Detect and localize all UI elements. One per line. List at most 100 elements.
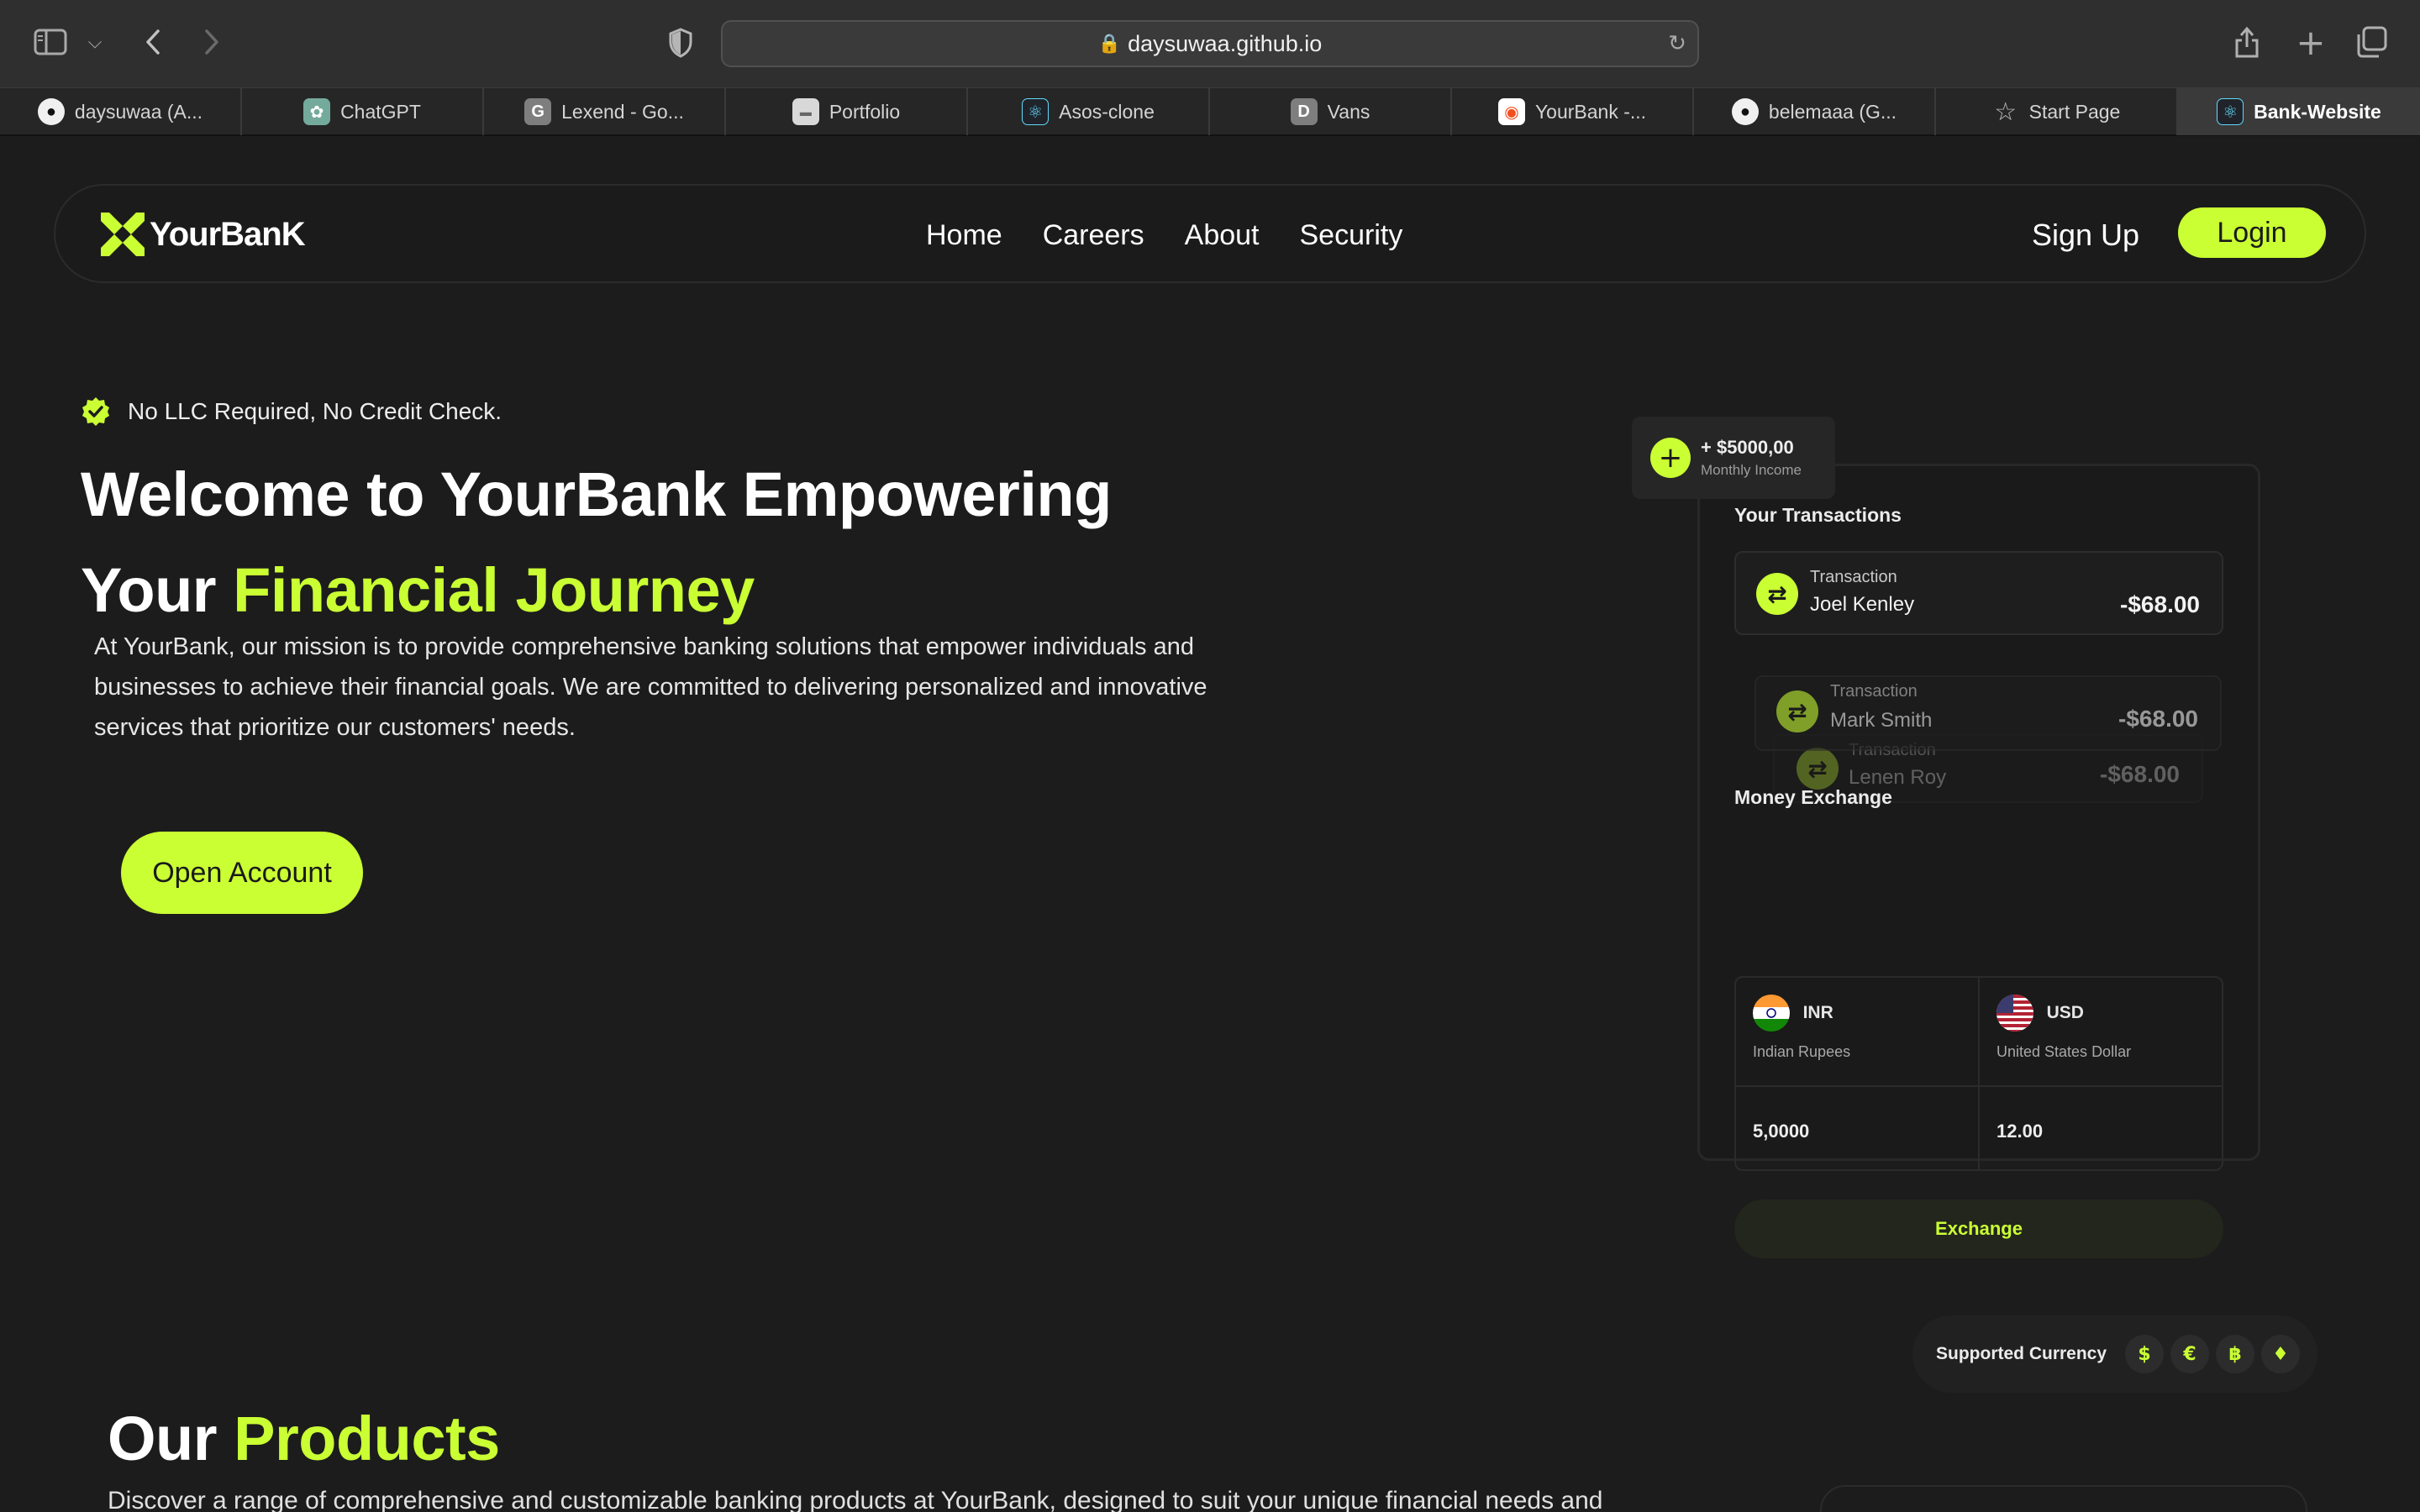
tab-label: belemaaa (G... — [1768, 100, 1897, 123]
from-currency-name: Indian Rupees — [1753, 1043, 1851, 1060]
figma-icon: ◉ — [1497, 98, 1525, 125]
tab-label: Portfolio — [829, 100, 901, 123]
tab-daysuwaa[interactable]: ● daysuwaa (A... — [0, 88, 242, 135]
products-title-highlight: Products — [234, 1404, 500, 1473]
transaction-row: ⇄ Transaction Mark Smith -$68.00 — [1754, 675, 2222, 751]
tab-strip: ● daysuwaa (A... ✿ ChatGPT G Lexend - Go… — [0, 87, 2420, 136]
tab-label: Lexend - Go... — [561, 100, 684, 123]
nav-link-security[interactable]: Security — [1300, 219, 1403, 252]
tab-label: daysuwaa (A... — [74, 100, 203, 123]
income-label: Monthly Income — [1701, 462, 1802, 478]
logo-text: YourBanK — [150, 215, 306, 253]
divider — [1978, 978, 1980, 1169]
tab-bank-website[interactable]: ⚛ Bank-Website — [2178, 88, 2420, 135]
reload-icon[interactable]: ↻ — [1664, 30, 1691, 57]
sign-up-link[interactable]: Sign Up — [2032, 214, 2139, 256]
github-icon: ● — [1731, 98, 1759, 125]
to-currency[interactable]: USD United States Dollar — [1996, 995, 2131, 1061]
yourbank-logo-icon — [101, 213, 145, 256]
github-icon: ● — [37, 98, 65, 125]
income-amount: + $5000,00 — [1701, 437, 1794, 458]
chatgpt-icon: ✿ — [303, 98, 331, 125]
plus-icon: + — [1650, 438, 1691, 478]
india-flag-icon — [1753, 995, 1790, 1032]
tab-lexend[interactable]: G Lexend - Go... — [484, 88, 726, 135]
hero-title-prefix: Your — [81, 555, 234, 625]
from-amount-input[interactable]: 5,0000 — [1753, 1121, 1809, 1142]
url-text: daysuwaa.github.io — [1128, 30, 1323, 56]
from-currency[interactable]: INR Indian Rupees — [1753, 995, 1850, 1061]
hero-badge: No LLC Required, No Credit Check. — [81, 396, 502, 427]
star-icon: ☆ — [1994, 97, 2018, 126]
nav-link-about[interactable]: About — [1185, 219, 1260, 252]
us-flag-icon — [1996, 995, 2033, 1032]
supported-currency-pill: Supported Currency $ € ฿ ♦ — [1912, 1315, 2317, 1393]
tab-chatgpt[interactable]: ✿ ChatGPT — [242, 88, 484, 135]
new-tab-plus-icon[interactable]: + — [2292, 22, 2329, 63]
forward-arrow-icon[interactable] — [195, 24, 229, 60]
to-currency-code: USD — [2046, 1003, 2084, 1022]
transactions-title: Your Transactions — [1734, 504, 1902, 526]
login-button[interactable]: Login — [2178, 207, 2326, 258]
chevron-down-icon[interactable]: ⌵ — [84, 29, 106, 55]
tab-label: ChatGPT — [340, 100, 421, 123]
tab-belemaaa[interactable]: ● belemaaa (G... — [1694, 88, 1936, 135]
products-title: Our Products — [108, 1403, 500, 1474]
tab-label: Vans — [1327, 100, 1370, 123]
site-logo[interactable]: YourBanK — [101, 211, 306, 258]
transaction-name: Mark Smith — [1830, 709, 1933, 732]
hero-title-line1: Welcome to YourBank Empowering — [81, 459, 1112, 529]
share-icon[interactable] — [2228, 22, 2265, 62]
transaction-amount: -$68.00 — [2120, 591, 2200, 617]
dollar-icon: $ — [2125, 1335, 2165, 1373]
transaction-label: Transaction — [1830, 682, 1918, 701]
open-account-button[interactable]: Open Account — [121, 832, 363, 914]
ethereum-icon: ♦ — [2261, 1335, 2301, 1373]
portfolio-icon: ▬ — [792, 98, 819, 125]
products-title-prefix: Our — [108, 1404, 234, 1473]
page-content: YourBanK Home Careers About Security Sig… — [0, 136, 2420, 1512]
hero-description: At YourBank, our mission is to provide c… — [94, 633, 1207, 741]
site-navbar: YourBanK Home Careers About Security Sig… — [54, 184, 2366, 283]
vans-icon: D — [1290, 98, 1318, 125]
tab-overview-icon[interactable] — [2353, 24, 2390, 60]
transfer-icon: ⇄ — [1776, 690, 1818, 732]
supported-currency-label: Supported Currency — [1936, 1344, 2107, 1363]
hero-title: Welcome to YourBank Empowering Your Fina… — [81, 447, 1341, 638]
transaction-label: Transaction — [1810, 568, 1897, 586]
nav-link-careers[interactable]: Careers — [1043, 219, 1144, 252]
euro-icon: € — [2170, 1335, 2210, 1373]
money-exchange-title: Money Exchange — [1734, 786, 1892, 808]
shield-icon[interactable] — [664, 25, 697, 60]
sidebar-toggle-icon[interactable] — [32, 25, 69, 59]
bitcoin-icon: ฿ — [2216, 1335, 2255, 1373]
browser-toolbar: ⌵ 🔒 daysuwaa.github.io ↻ + — [0, 0, 2420, 87]
exchange-button[interactable]: Exchange — [1734, 1200, 2223, 1258]
tab-start-page[interactable]: ☆ Start Page — [1936, 88, 2178, 135]
products-toggle[interactable] — [1820, 1485, 2307, 1512]
tab-label: YourBank -... — [1534, 100, 1647, 123]
tab-label: Asos-clone — [1059, 100, 1155, 123]
to-amount-value[interactable]: 12.00 — [1996, 1121, 2043, 1142]
from-currency-code: INR — [1802, 1003, 1833, 1022]
tab-asos-clone[interactable]: ⚛ Asos-clone — [968, 88, 1210, 135]
hero-title-line2: Your Financial Journey — [81, 543, 1341, 638]
tab-label: Start Page — [2028, 100, 2121, 123]
address-bar[interactable]: 🔒 daysuwaa.github.io — [721, 20, 1699, 67]
monthly-income-badge: + + $5000,00 Monthly Income — [1632, 417, 1835, 499]
tab-yourbank-figma[interactable]: ◉ YourBank -... — [1452, 88, 1694, 135]
transfer-icon: ⇄ — [1797, 748, 1839, 790]
products-description: Discover a range of comprehensive and cu… — [108, 1487, 1603, 1512]
tab-label: Bank-Website — [2254, 100, 2381, 123]
react-icon: ⚛ — [2217, 98, 2244, 125]
tab-portfolio[interactable]: ▬ Portfolio — [726, 88, 968, 135]
nav-link-home[interactable]: Home — [926, 219, 1002, 252]
lock-icon: 🔒 — [1097, 33, 1122, 54]
hero-title-highlight: Financial Journey — [233, 555, 755, 625]
tab-vans[interactable]: D Vans — [1210, 88, 1452, 135]
verified-check-icon — [82, 397, 109, 426]
back-arrow-icon[interactable] — [136, 24, 170, 60]
transaction-amount: -$68.00 — [2100, 761, 2180, 787]
transaction-amount: -$68.00 — [2118, 706, 2198, 732]
main-nav: Home Careers About Security — [926, 186, 1402, 285]
